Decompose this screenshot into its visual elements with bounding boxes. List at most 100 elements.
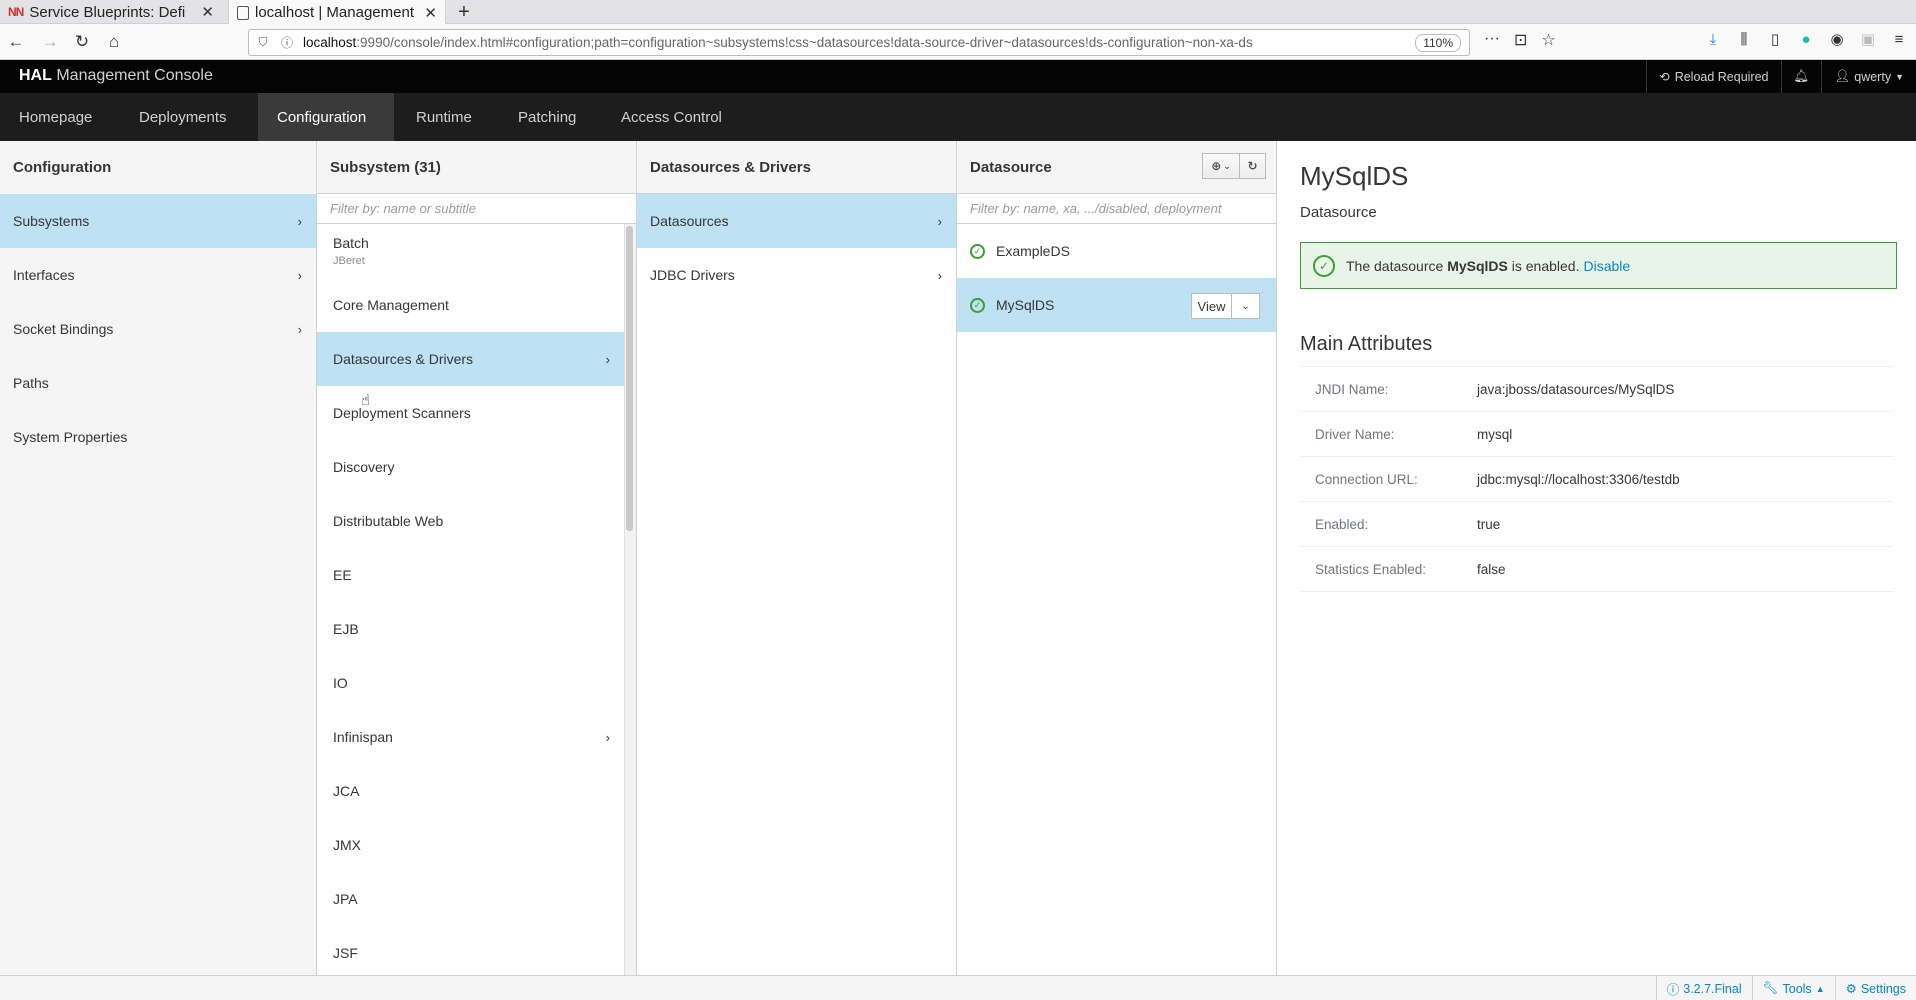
list-item[interactable]: JCA — [317, 764, 624, 818]
list-item-batch[interactable]: Batch JBeret — [317, 224, 624, 278]
item-label: Deployment Scanners — [333, 405, 471, 421]
enabled-check-icon: ✓ — [970, 297, 985, 313]
browser-tab-service-blueprints[interactable]: NN Service Blueprints: Defi ✕ — [0, 0, 222, 24]
back-arrow-icon[interactable]: ← — [4, 30, 28, 54]
list-item-datasources-drivers[interactable]: Datasources & Drivers › — [317, 332, 624, 386]
chevron-down-icon: ▼ — [1895, 71, 1904, 82]
col1-item-paths[interactable]: Paths — [0, 356, 316, 410]
library-icon[interactable]: ⫼ — [1735, 31, 1753, 48]
section-heading: Main Attributes — [1300, 333, 1893, 367]
alert-datasource-name: MySqlDS — [1447, 257, 1508, 274]
user-name: qwerty — [1854, 69, 1892, 84]
item-label: JPA — [333, 891, 358, 907]
list-item[interactable]: Distributable Web — [317, 494, 624, 548]
list-item[interactable]: JSF — [317, 926, 624, 975]
bell-icon: 🔔︎ — [1793, 69, 1810, 83]
browser-tab-management[interactable]: localhost | Management ✕ — [228, 0, 446, 25]
column-header: Datasource ⊕ ⌄ ↻ — [957, 141, 1276, 194]
grammarly-icon[interactable]: ● — [1797, 31, 1815, 48]
sidebar-icon[interactable]: ▯ — [1766, 30, 1784, 48]
hal-header: HAL Management Console ⟲ Reload Required… — [0, 60, 1916, 93]
wrench-icon: 🔧︎ — [1762, 981, 1779, 995]
info-icon[interactable]: ⓘ — [277, 34, 297, 51]
list-item[interactable]: JMX — [317, 818, 624, 872]
filter-bar — [957, 194, 1276, 224]
list-item-infinispan[interactable]: Infinispan › — [317, 710, 624, 764]
zoom-level-badge[interactable]: 110% — [1415, 33, 1461, 52]
attribute-key: Statistics Enabled: — [1315, 561, 1427, 577]
chevron-right-icon: › — [297, 213, 302, 229]
datasource-filter-input[interactable] — [970, 201, 1263, 216]
list-item[interactable]: Core Management — [317, 278, 624, 332]
close-tab-icon[interactable]: ✕ — [201, 3, 214, 21]
nav-patching[interactable]: Patching — [499, 93, 595, 141]
reload-required-button[interactable]: ⟲ Reload Required — [1646, 60, 1780, 93]
col1-item-system-properties[interactable]: System Properties — [0, 410, 316, 464]
status-alert: ✓ The datasource MySqlDS is enabled. Dis… — [1300, 242, 1897, 289]
refresh-icon: ↻ — [1247, 159, 1258, 173]
url-bar[interactable]: ⛉ ⓘ localhost:9990/console/index.html#co… — [248, 29, 1470, 56]
extension-icon[interactable]: ▣ — [1859, 30, 1877, 48]
preview-pane: MySqlDS Datasource ✓ The datasource MySq… — [1277, 141, 1916, 975]
bookmark-star-icon[interactable]: ☆ — [1541, 30, 1555, 50]
pocket-icon[interactable]: ⊡ — [1514, 30, 1527, 50]
col1-item-interfaces[interactable]: Interfaces › — [0, 248, 316, 302]
col1-item-socket-bindings[interactable]: Socket Bindings › — [0, 302, 316, 356]
item-label: Discovery — [333, 459, 395, 475]
nav-configuration[interactable]: Configuration — [258, 93, 394, 141]
list-item[interactable]: EJB — [317, 602, 624, 656]
new-tab-plus-icon[interactable]: + — [452, 0, 476, 24]
nav-homepage[interactable]: Homepage — [0, 93, 111, 141]
alert-text: The datasource — [1346, 257, 1444, 274]
scrollbar-thumb[interactable] — [626, 226, 633, 531]
user-menu[interactable]: 👤︎ qwerty ▼ — [1821, 60, 1916, 93]
browser-toolbar-right: ⤓ ⫼ ▯ ● ◉ ▣ ≡ — [1704, 30, 1908, 49]
view-button[interactable]: View — [1191, 293, 1232, 319]
more-actions-icon[interactable]: ··· — [1484, 30, 1500, 50]
menu-hamburger-icon[interactable]: ≡ — [1890, 31, 1908, 48]
reload-label: Reload Required — [1674, 69, 1769, 84]
datasource-item-mysqlds[interactable]: ✓ MySqlDS View ⌄ — [957, 278, 1276, 332]
attribute-row: Enabled: true — [1300, 502, 1893, 547]
notifications-button[interactable]: 🔔︎ — [1780, 60, 1822, 93]
item-label: Core Management — [333, 297, 449, 313]
col3-item-jdbc-drivers[interactable]: JDBC Drivers › — [637, 248, 956, 302]
item-actions-dropdown[interactable]: ⌄ — [1232, 293, 1260, 319]
datasource-column: Datasource ⊕⌄ ↻ ✓ ExampleDS ✓ MySqlDS Vi… — [957, 141, 1277, 975]
nav-access-control[interactable]: Access Control — [602, 93, 741, 141]
home-icon[interactable]: ⌂ — [102, 30, 126, 54]
version-link[interactable]: ⓘ 3.2.7.Final — [1655, 976, 1752, 1000]
tracking-shield-icon[interactable]: ⛉ — [253, 35, 273, 50]
download-icon[interactable]: ⤓ — [1704, 31, 1722, 48]
close-tab-icon[interactable]: ✕ — [424, 4, 437, 22]
footer: ⓘ 3.2.7.Final 🔧︎ Tools ▲ ⚙ Settings — [0, 975, 1916, 1000]
datasource-item-exampleds[interactable]: ✓ ExampleDS — [957, 224, 1276, 278]
attribute-value: jdbc:mysql://localhost:3306/testdb — [1477, 471, 1680, 487]
nav-runtime[interactable]: Runtime — [397, 93, 491, 141]
col3-item-datasources[interactable]: Datasources › — [637, 194, 956, 248]
item-label: JDBC Drivers — [650, 267, 735, 283]
refresh-button[interactable]: ↻ — [1240, 153, 1266, 179]
brand-logo[interactable]: HAL Management Console — [19, 67, 213, 85]
account-icon[interactable]: ◉ — [1828, 30, 1846, 48]
list-item[interactable]: EE — [317, 548, 624, 602]
subsystem-filter-input[interactable] — [330, 201, 623, 216]
list-item[interactable]: JPA — [317, 872, 624, 926]
disable-link[interactable]: Disable — [1583, 258, 1630, 274]
item-subtitle: JBeret — [333, 255, 365, 267]
add-dropdown-button[interactable]: ⊕ ⌄ — [1202, 153, 1240, 179]
settings-link[interactable]: ⚙ Settings — [1834, 976, 1916, 1000]
filter-bar — [317, 194, 636, 224]
forward-arrow-icon[interactable]: → — [38, 30, 62, 54]
chevron-right-icon: › — [297, 321, 302, 337]
list-item[interactable]: Discovery — [317, 440, 624, 494]
tools-menu[interactable]: 🔧︎ Tools ▲ — [1751, 976, 1835, 1000]
column-header: Configuration — [0, 141, 316, 194]
list-item[interactable]: IO — [317, 656, 624, 710]
nav-deployments[interactable]: Deployments — [120, 93, 246, 141]
url-text[interactable]: localhost:9990/console/index.html#config… — [303, 35, 1415, 50]
item-label: Datasources — [650, 213, 729, 229]
configuration-column: Configuration Subsystems › Interfaces › So… — [0, 141, 317, 975]
col1-item-subsystems[interactable]: Subsystems › — [0, 194, 316, 248]
reload-icon[interactable]: ↻ — [70, 30, 94, 54]
